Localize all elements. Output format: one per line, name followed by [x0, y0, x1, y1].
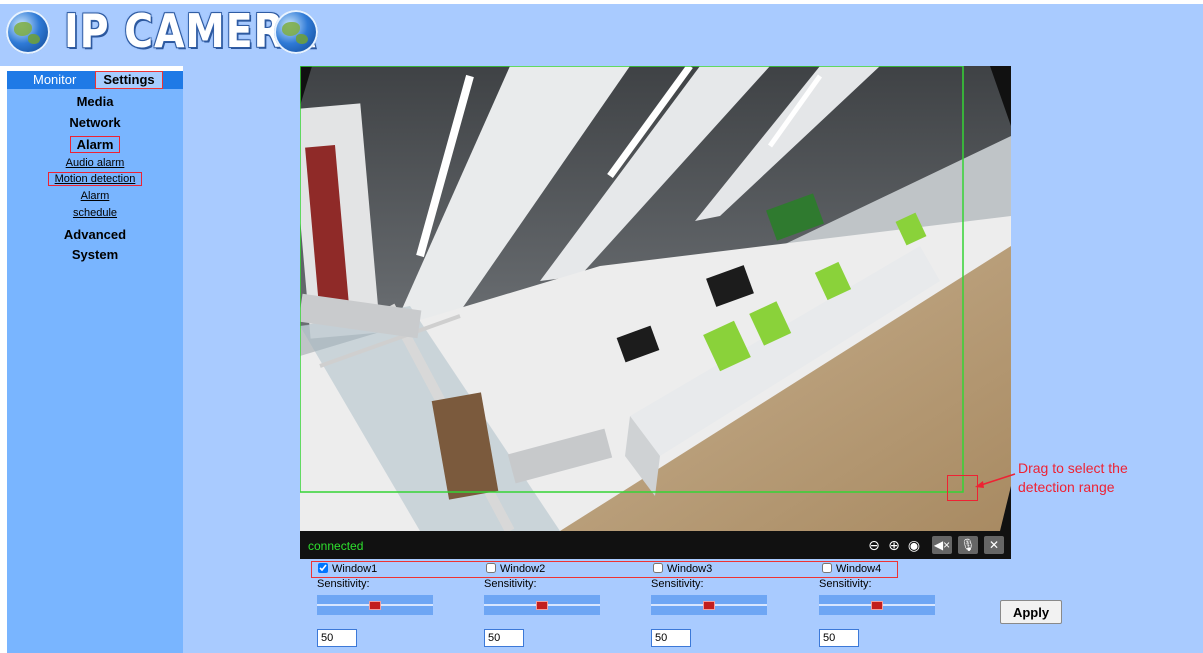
slider-knob[interactable]: [871, 601, 883, 610]
mute-icon[interactable]: ◀×: [932, 536, 952, 554]
annotation-text: Drag to select the detection range: [1018, 459, 1198, 497]
globe-right-icon: [274, 10, 318, 54]
tools-icon[interactable]: ✕: [984, 536, 1004, 554]
sensitivity-label-3: Sensitivity:: [651, 578, 704, 590]
window3-checkbox-label[interactable]: Window3: [649, 563, 712, 575]
sensitivity-label-1: Sensitivity:: [317, 578, 370, 590]
annotation-line-1: Drag to select the: [1018, 460, 1128, 476]
sensitivity-slider-3[interactable]: [651, 595, 767, 615]
globe-left-icon: [6, 10, 50, 54]
slider-knob[interactable]: [703, 601, 715, 610]
sidebar: Monitor Settings Media Network Alarm Aud…: [7, 71, 183, 653]
sidebar-tabs: Monitor Settings: [7, 71, 183, 89]
window4-label: Window4: [836, 563, 882, 575]
sensitivity-slider-1[interactable]: [317, 595, 433, 615]
camera-video-view[interactable]: [300, 66, 1011, 531]
window4-checkbox-label[interactable]: Window4: [818, 563, 881, 575]
sensitivity-input-2[interactable]: [484, 629, 524, 647]
submenu-audio-alarm[interactable]: Audio alarm: [66, 157, 125, 169]
window3-checkbox[interactable]: [653, 563, 663, 573]
submenu-alarm-schedule-line1[interactable]: Alarm: [81, 190, 110, 202]
sensitivity-input-1[interactable]: [317, 629, 357, 647]
sensitivity-label-4: Sensitivity:: [819, 578, 872, 590]
sensitivity-slider-2[interactable]: [484, 595, 600, 615]
detection-windows-row: Window1 Window2 Window3 Window4: [311, 561, 898, 578]
menu-alarm[interactable]: Alarm: [69, 136, 121, 153]
apply-button[interactable]: Apply: [1000, 600, 1062, 624]
window2-checkbox[interactable]: [486, 563, 496, 573]
window3-label: Window3: [667, 563, 713, 575]
mic-off-icon[interactable]: 🎙: [958, 536, 978, 554]
window1-checkbox[interactable]: [318, 563, 328, 573]
submenu-alarm-schedule-line2[interactable]: schedule: [73, 207, 117, 219]
zoom-in-icon[interactable]: ⊕: [884, 536, 904, 554]
tab-settings[interactable]: Settings: [95, 71, 163, 89]
window2-label: Window2: [500, 563, 546, 575]
slider-knob[interactable]: [369, 601, 381, 610]
window2-checkbox-label[interactable]: Window2: [482, 563, 545, 575]
submenu-motion-detection[interactable]: Motion detection: [47, 172, 143, 186]
sensitivity-slider-4[interactable]: [819, 595, 935, 615]
sensitivity-input-3[interactable]: [651, 629, 691, 647]
annotation-line-2: detection range: [1018, 479, 1115, 495]
window4-checkbox[interactable]: [822, 563, 832, 573]
window1-label: Window1: [332, 563, 378, 575]
tab-monitor[interactable]: Monitor: [33, 72, 76, 87]
sensitivity-label-2: Sensitivity:: [484, 578, 537, 590]
annotation-highlight-box: [947, 475, 978, 501]
sensitivity-input-4[interactable]: [819, 629, 859, 647]
app-header: IP CAMERA: [0, 0, 1203, 66]
menu-advanced[interactable]: Advanced: [7, 227, 183, 242]
annotation-arrow-icon: [975, 473, 1016, 488]
menu-network[interactable]: Network: [7, 115, 183, 130]
camera-frame-illustration: [300, 66, 1011, 531]
menu-system[interactable]: System: [7, 247, 183, 262]
zoom-out-icon[interactable]: ⊖: [864, 536, 884, 554]
connection-status: connected: [308, 539, 364, 553]
menu-media[interactable]: Media: [7, 94, 183, 109]
record-icon[interactable]: ◉: [904, 536, 924, 554]
window1-checkbox-label[interactable]: Window1: [314, 563, 377, 575]
slider-knob[interactable]: [536, 601, 548, 610]
video-control-bar: connected ⊖ ⊕ ◉ ◀× 🎙 ✕: [300, 531, 1011, 559]
